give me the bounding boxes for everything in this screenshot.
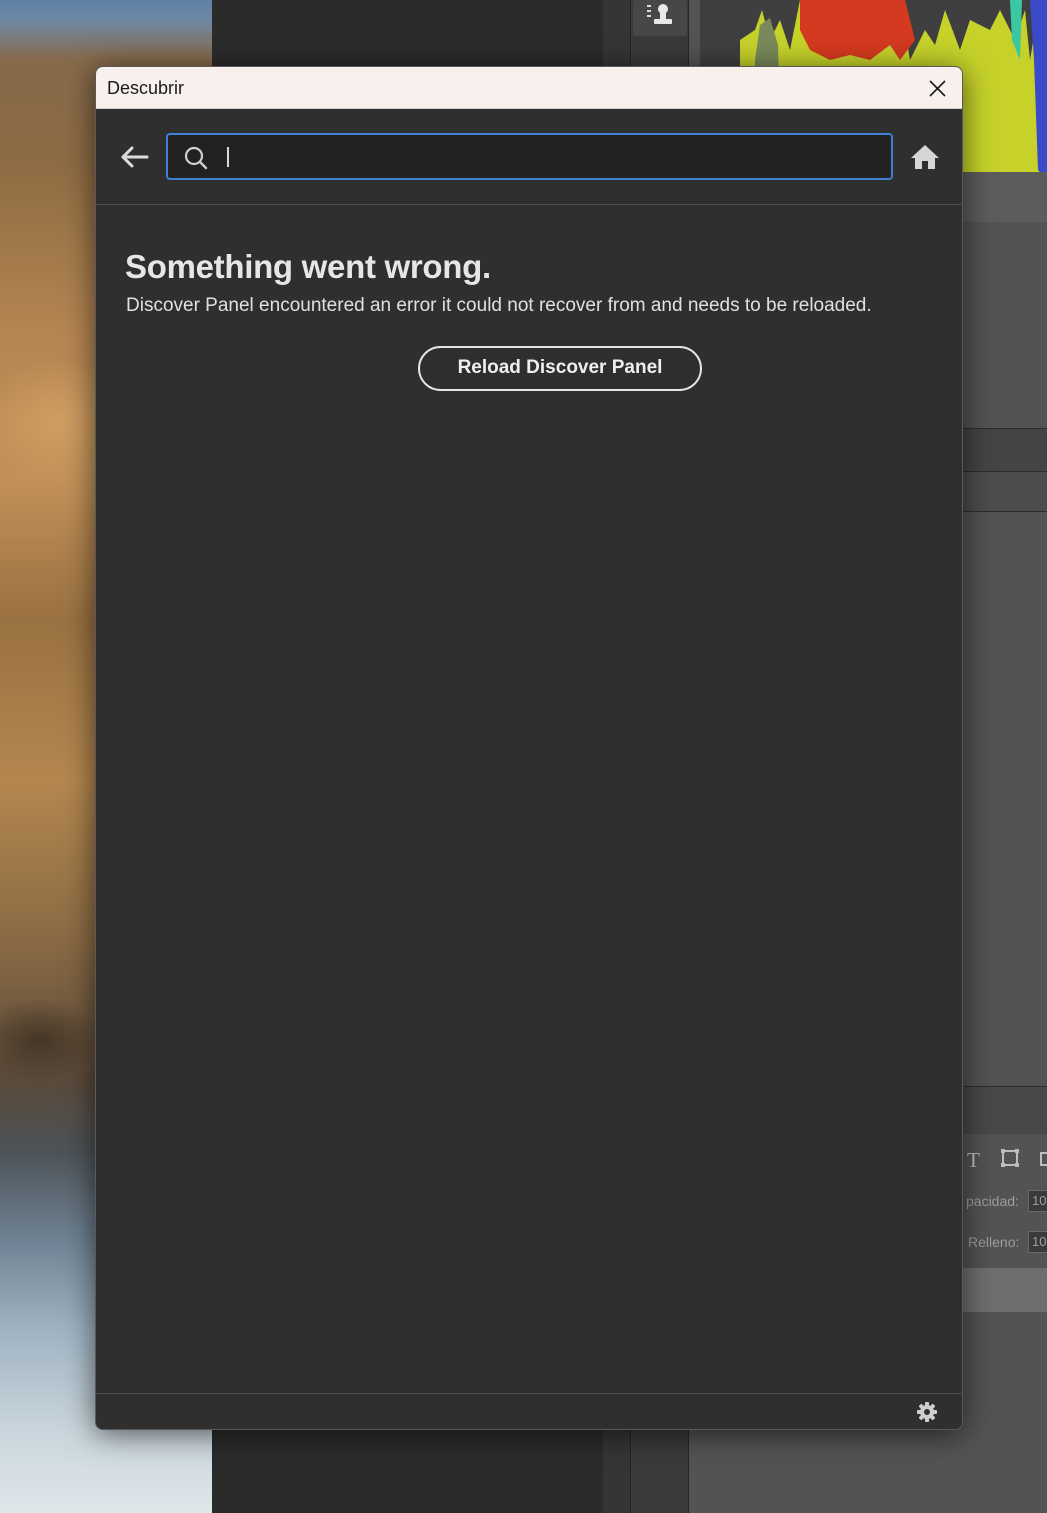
layers-filter-toolbar: T (963, 1140, 1047, 1180)
search-box[interactable] (166, 133, 893, 180)
dialog-title: Descubrir (107, 78, 185, 98)
error-content: Something went wrong. Discover Panel enc… (96, 206, 962, 1394)
fill-label: Relleno: (968, 1234, 1020, 1250)
opacity-label: pacidad: (966, 1193, 1019, 1209)
fill-field[interactable]: 10 (1028, 1231, 1047, 1253)
home-icon (911, 145, 939, 169)
layer-row-selected[interactable] (963, 1268, 1047, 1312)
dialog-footer (96, 1393, 962, 1429)
back-arrow-icon (121, 146, 149, 168)
reload-discover-panel-button[interactable]: Reload Discover Panel (418, 346, 702, 391)
error-message: Discover Panel encountered an error it c… (126, 295, 872, 316)
opacity-field[interactable]: 10 (1028, 1190, 1047, 1212)
shape-filter-icon[interactable] (1000, 1148, 1020, 1173)
text-caret (227, 147, 229, 167)
layers-panel-tabs (963, 1086, 1047, 1134)
gear-icon (917, 1402, 937, 1422)
error-heading: Something went wrong. (125, 248, 491, 285)
clone-stamp-tool-button[interactable] (633, 0, 687, 36)
search-input[interactable] (226, 140, 876, 173)
settings-button[interactable] (916, 1401, 938, 1423)
home-button[interactable] (910, 143, 940, 171)
clone-stamp-icon (647, 4, 672, 24)
dialog-titlebar[interactable]: Descubrir (96, 67, 962, 109)
search-icon (184, 146, 208, 170)
close-button[interactable] (920, 71, 954, 105)
discover-dialog: Descubrir Something went wrong. Discover… (95, 66, 963, 1430)
panel-tab-bar (963, 428, 1047, 472)
type-filter-icon[interactable]: T (967, 1148, 980, 1173)
discover-toolbar (96, 109, 962, 205)
smart-object-filter-icon[interactable] (1039, 1148, 1047, 1173)
panel-header (963, 472, 1047, 512)
close-icon (929, 80, 946, 97)
back-button[interactable] (118, 143, 150, 171)
